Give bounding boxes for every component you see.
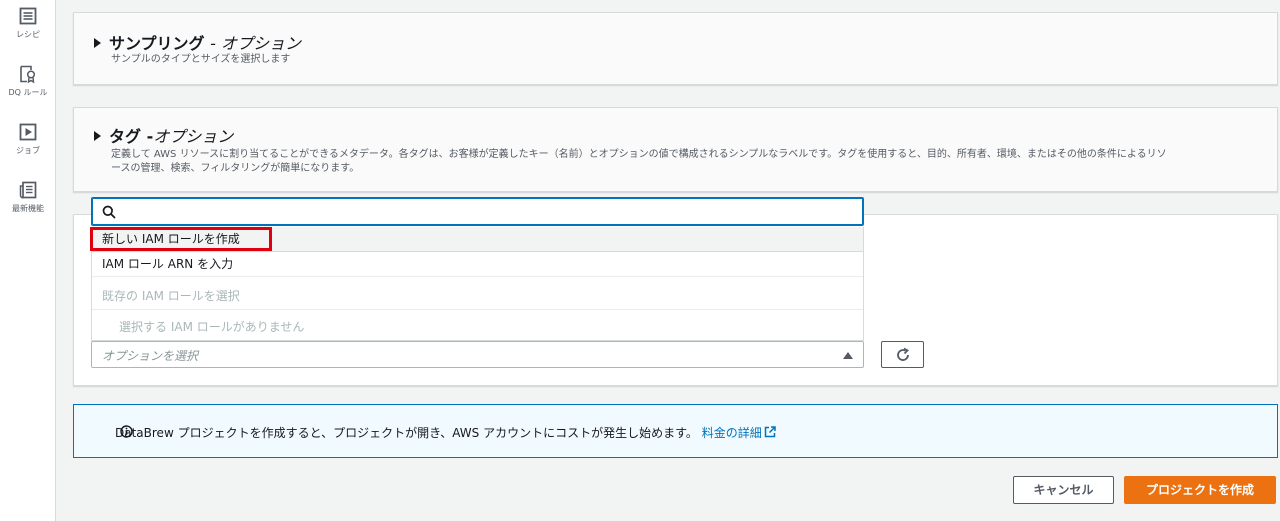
refresh-button[interactable] — [881, 341, 924, 368]
sampling-optional-label: - オプション — [210, 34, 301, 53]
nav-item-label: ジョブ — [16, 146, 40, 155]
role-select-placeholder: オプションを選択 — [102, 349, 199, 363]
create-project-button[interactable]: プロジェクトを作成 — [1124, 476, 1276, 504]
info-text: DataBrew プロジェクトを作成すると、プロジェクトが開き、AWS アカウン… — [115, 426, 698, 440]
refresh-icon — [897, 347, 909, 361]
tags-header[interactable]: タグ -オプション — [94, 123, 233, 147]
role-search-input[interactable] — [124, 201, 844, 222]
info-alert-message: DataBrew プロジェクトを作成すると、プロジェクトが開き、AWS アカウン… — [115, 424, 776, 441]
search-icon — [102, 205, 116, 219]
nav-item-whats-new[interactable]: 最新機能 — [0, 180, 56, 214]
ribbon-icon — [20, 65, 36, 84]
pricing-details-link[interactable]: 料金の詳細 — [702, 426, 776, 440]
left-nav-rail: レシピ DQ ルール ジョブ 最新機能 — [0, 0, 56, 521]
info-alert: DataBrew プロジェクトを作成すると、プロジェクトが開き、AWS アカウン… — [73, 404, 1278, 458]
role-search-field[interactable] — [91, 197, 864, 226]
option-group-existing-roles: 既存の IAM ロールを選択 — [92, 282, 863, 310]
newspaper-icon — [19, 181, 37, 199]
tags-section: タグ -オプション 定義して AWS リソースに割り当てることができるメタデータ… — [73, 107, 1278, 192]
option-enter-role-arn[interactable]: IAM ロール ARN を入力 — [92, 252, 863, 277]
tags-description-line: ースの管理、検索、フィルタリングが簡単になります。 — [111, 163, 360, 174]
external-link-icon — [764, 426, 776, 438]
caret-up-icon — [843, 352, 853, 359]
caret-right-icon — [94, 131, 101, 141]
nav-item-label: DQ ルール — [8, 88, 48, 97]
list-icon — [19, 7, 37, 25]
cancel-button[interactable]: キャンセル — [1013, 476, 1114, 504]
sampling-title: サンプリング — [109, 34, 205, 53]
nav-item-jobs[interactable]: ジョブ — [0, 122, 56, 156]
nav-item-label: レシピ — [16, 30, 40, 39]
sampling-description: サンプルのタイプとサイズを選択します — [111, 54, 291, 65]
nav-item-recipes[interactable]: レシピ — [0, 6, 56, 40]
nav-item-dq-rules[interactable]: DQ ルール — [0, 64, 56, 98]
nav-item-label: 最新機能 — [12, 204, 44, 213]
tags-description: 定義して AWS リソースに割り当てることができるメタデータ。各タグは、お客様が… — [111, 148, 1167, 176]
tags-description-line: 定義して AWS リソースに割り当てることができるメタデータ。各タグは、お客様が… — [111, 149, 1167, 160]
option-empty-message: 選択する IAM ロールがありません — [119, 320, 305, 334]
sampling-header[interactable]: サンプリング - オプション — [94, 30, 301, 54]
role-select[interactable]: オプションを選択 — [91, 341, 864, 368]
sampling-section: サンプリング - オプション サンプルのタイプとサイズを選択します — [73, 12, 1278, 85]
play-icon — [19, 123, 37, 141]
tags-title: タグ - — [109, 127, 154, 146]
tags-optional-label: オプション — [153, 127, 234, 146]
pricing-link-label: 料金の詳細 — [701, 426, 762, 440]
highlight-annotation — [90, 227, 272, 251]
caret-right-icon — [94, 38, 101, 48]
